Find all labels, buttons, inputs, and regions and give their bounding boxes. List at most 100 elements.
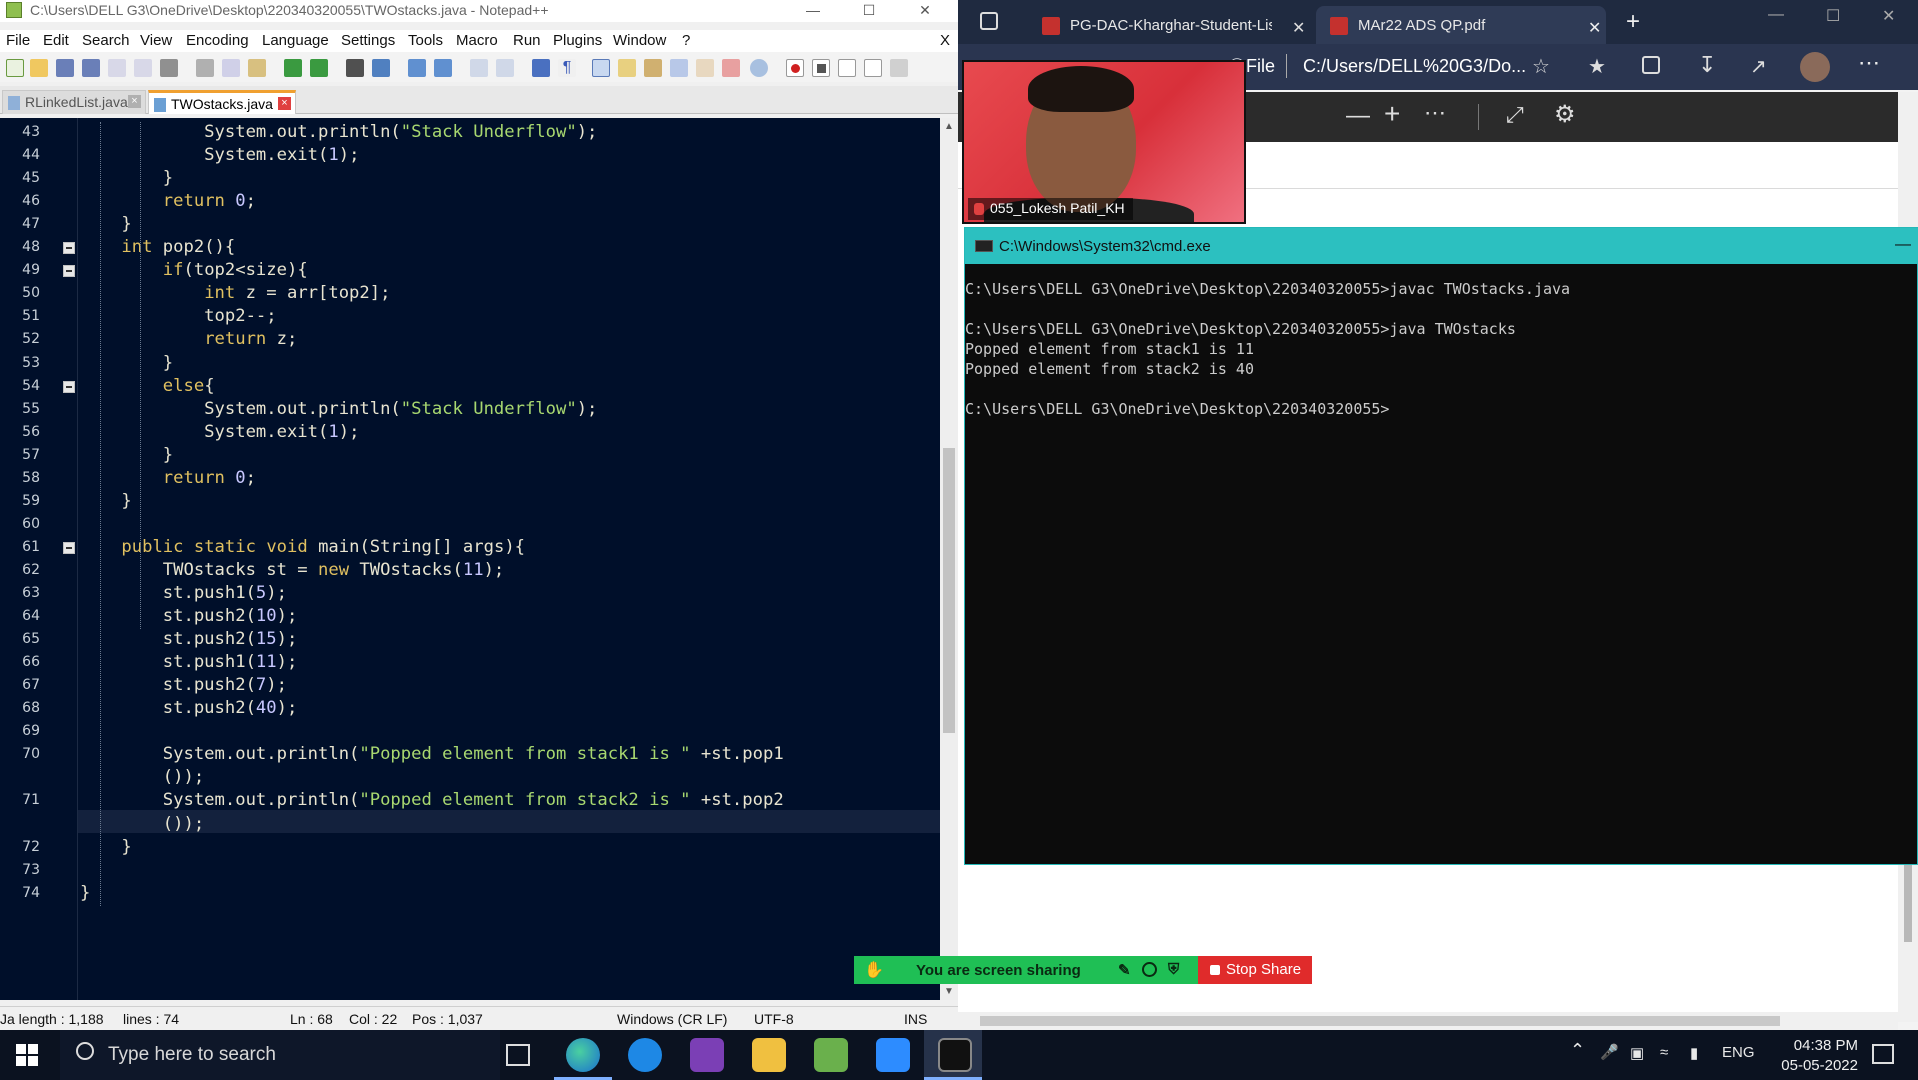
file-explorer-icon[interactable] (752, 1038, 786, 1072)
code-line[interactable]: st.push2(40); (80, 698, 298, 718)
indent-guide-icon[interactable] (592, 59, 610, 77)
battery-icon[interactable]: ▮ (1690, 1044, 1698, 1062)
language-indicator[interactable]: ENG (1722, 1044, 1755, 1061)
microphone-icon[interactable]: 🎤 (1600, 1043, 1619, 1061)
menu-language[interactable]: Language (262, 32, 329, 49)
minimize-icon[interactable]: — (790, 0, 836, 22)
code-line[interactable]: st.push1(11); (80, 652, 298, 672)
more-options-icon[interactable]: ⋯ (1858, 50, 1880, 76)
code-line[interactable]: System.out.println("Stack Underflow"); (80, 122, 597, 142)
open-file-icon[interactable] (30, 59, 48, 77)
onenote-app-icon[interactable] (690, 1038, 724, 1072)
cut-icon[interactable] (196, 59, 214, 77)
print-icon[interactable] (160, 59, 178, 77)
maximize-icon[interactable]: ☐ (846, 0, 892, 22)
scrollbar-thumb[interactable] (943, 448, 955, 733)
code-line[interactable]: System.exit(1); (80, 145, 359, 165)
paste-icon[interactable] (248, 59, 266, 77)
code-line[interactable]: } (80, 445, 173, 465)
udl-icon[interactable] (618, 59, 636, 77)
monitoring-icon[interactable] (750, 59, 768, 77)
browser-tab-ads-qp[interactable]: MAr22 ADS QP.pdf (1316, 6, 1606, 44)
save-icon[interactable] (56, 59, 74, 77)
downloads-icon[interactable]: ↧ (1698, 52, 1716, 78)
minimize-icon[interactable]: — (1895, 236, 1911, 254)
scrollbar-thumb[interactable] (1904, 862, 1912, 942)
profile-avatar[interactable] (1800, 52, 1830, 82)
code-line[interactable]: System.out.println("Popped element from … (80, 790, 784, 810)
fold-marker-icon[interactable] (63, 242, 75, 255)
menu-file[interactable]: File (6, 32, 30, 49)
code-line[interactable]: TWOstacks st = new TWOstacks(11); (80, 560, 505, 580)
code-line[interactable]: top2--; (80, 306, 276, 326)
windows-start-icon[interactable] (16, 1044, 38, 1066)
maximize-icon[interactable]: ☐ (1826, 6, 1840, 26)
code-line[interactable]: st.push2(7); (80, 675, 287, 695)
tab-rlinkedlist[interactable]: RLinkedList.java × (2, 90, 146, 114)
meet-now-icon[interactable]: ▣ (1630, 1044, 1644, 1062)
zoom-in-icon[interactable]: + (1384, 98, 1400, 130)
close-document-icon[interactable]: X (940, 32, 950, 49)
find-icon[interactable] (346, 59, 364, 77)
code-editor[interactable]: 43 44 45 46 47 48 49 50 51 52 53 54 55 56 57 58 59 60 61 62… (0, 118, 940, 1000)
undo-icon[interactable] (284, 59, 302, 77)
code-line[interactable]: return 0; (80, 191, 256, 211)
minimize-icon[interactable]: — (1768, 6, 1784, 24)
share-icon[interactable]: ↗ (1750, 54, 1767, 79)
close-all-icon[interactable] (134, 59, 152, 77)
security-shield-icon[interactable]: ⛨ (1168, 961, 1179, 978)
code-line[interactable]: return 0; (80, 468, 256, 488)
sync-horizontal-icon[interactable] (496, 59, 514, 77)
code-line[interactable]: } (80, 168, 173, 188)
menu-help[interactable]: ? (682, 32, 690, 49)
close-tab-icon[interactable]: × (128, 95, 141, 108)
code-line[interactable]: st.push2(10); (80, 606, 298, 626)
close-icon[interactable]: ✕ (1882, 6, 1895, 26)
browser-tab-student-list[interactable]: PG-DAC-Kharghar-Student-List.p (1028, 6, 1272, 44)
zoom-app-icon[interactable] (876, 1038, 910, 1072)
menu-search[interactable]: Search (82, 32, 130, 49)
folder-workspace-icon[interactable] (722, 59, 740, 77)
save-all-icon[interactable] (82, 59, 100, 77)
new-file-icon[interactable] (6, 59, 24, 77)
scroll-down-icon[interactable]: ▼ (944, 986, 954, 997)
save-macro-icon[interactable] (890, 59, 908, 77)
fold-marker-icon[interactable] (63, 265, 75, 278)
clock[interactable]: 04:38 PM 05-05-2022 (1758, 1036, 1858, 1076)
new-tab-icon[interactable]: + (1626, 8, 1640, 36)
function-list-icon[interactable] (696, 59, 714, 77)
menu-settings[interactable]: Settings (341, 32, 395, 49)
word-wrap-icon[interactable] (532, 59, 550, 77)
code-line[interactable]: st.push2(15); (80, 629, 298, 649)
tab-twostacks[interactable]: TWOstacks.java × (148, 90, 296, 114)
play-macro-icon[interactable] (838, 59, 856, 77)
doc-map-icon[interactable] (644, 59, 662, 77)
scroll-up-icon[interactable]: ▲ (944, 121, 954, 132)
sync-vertical-icon[interactable] (470, 59, 488, 77)
stop-share-button[interactable]: Stop Share (1198, 956, 1312, 984)
fit-page-icon[interactable]: ⤢ (1506, 102, 1524, 128)
close-tab-icon[interactable]: ✕ (1588, 18, 1601, 38)
code-line[interactable]: int pop2(){ (80, 237, 235, 257)
collections-icon[interactable] (1642, 56, 1660, 74)
scrollbar-thumb[interactable] (980, 1016, 1780, 1026)
notepadpp-taskbar-icon[interactable] (814, 1038, 848, 1072)
show-all-chars-icon[interactable]: ¶ (558, 59, 576, 77)
annotate-icon[interactable]: ✎ (1118, 961, 1131, 979)
code-line[interactable]: return z; (80, 329, 297, 349)
taskbar-search[interactable]: Type here to search (60, 1030, 500, 1080)
safari-like-app-icon[interactable] (628, 1038, 662, 1072)
code-line[interactable]: public static void main(String[] args){ (80, 537, 525, 557)
code-line[interactable]: } (80, 883, 90, 903)
code-line[interactable]: st.push1(5); (80, 583, 287, 603)
zoom-out-icon[interactable] (434, 59, 452, 77)
favorites-icon[interactable]: ★ (1588, 54, 1606, 79)
copy-icon[interactable] (222, 59, 240, 77)
code-line[interactable]: } (80, 214, 131, 234)
tab-actions-icon[interactable] (980, 12, 998, 30)
code-line[interactable]: } (80, 353, 173, 373)
settings-gear-icon[interactable]: ⚙ (1554, 100, 1576, 129)
fold-marker-icon[interactable] (63, 380, 75, 393)
cmd-window[interactable]: C:\Windows\System32\cmd.exe — C:\Users\D… (964, 227, 1918, 865)
code-line[interactable]: System.exit(1); (80, 422, 359, 442)
